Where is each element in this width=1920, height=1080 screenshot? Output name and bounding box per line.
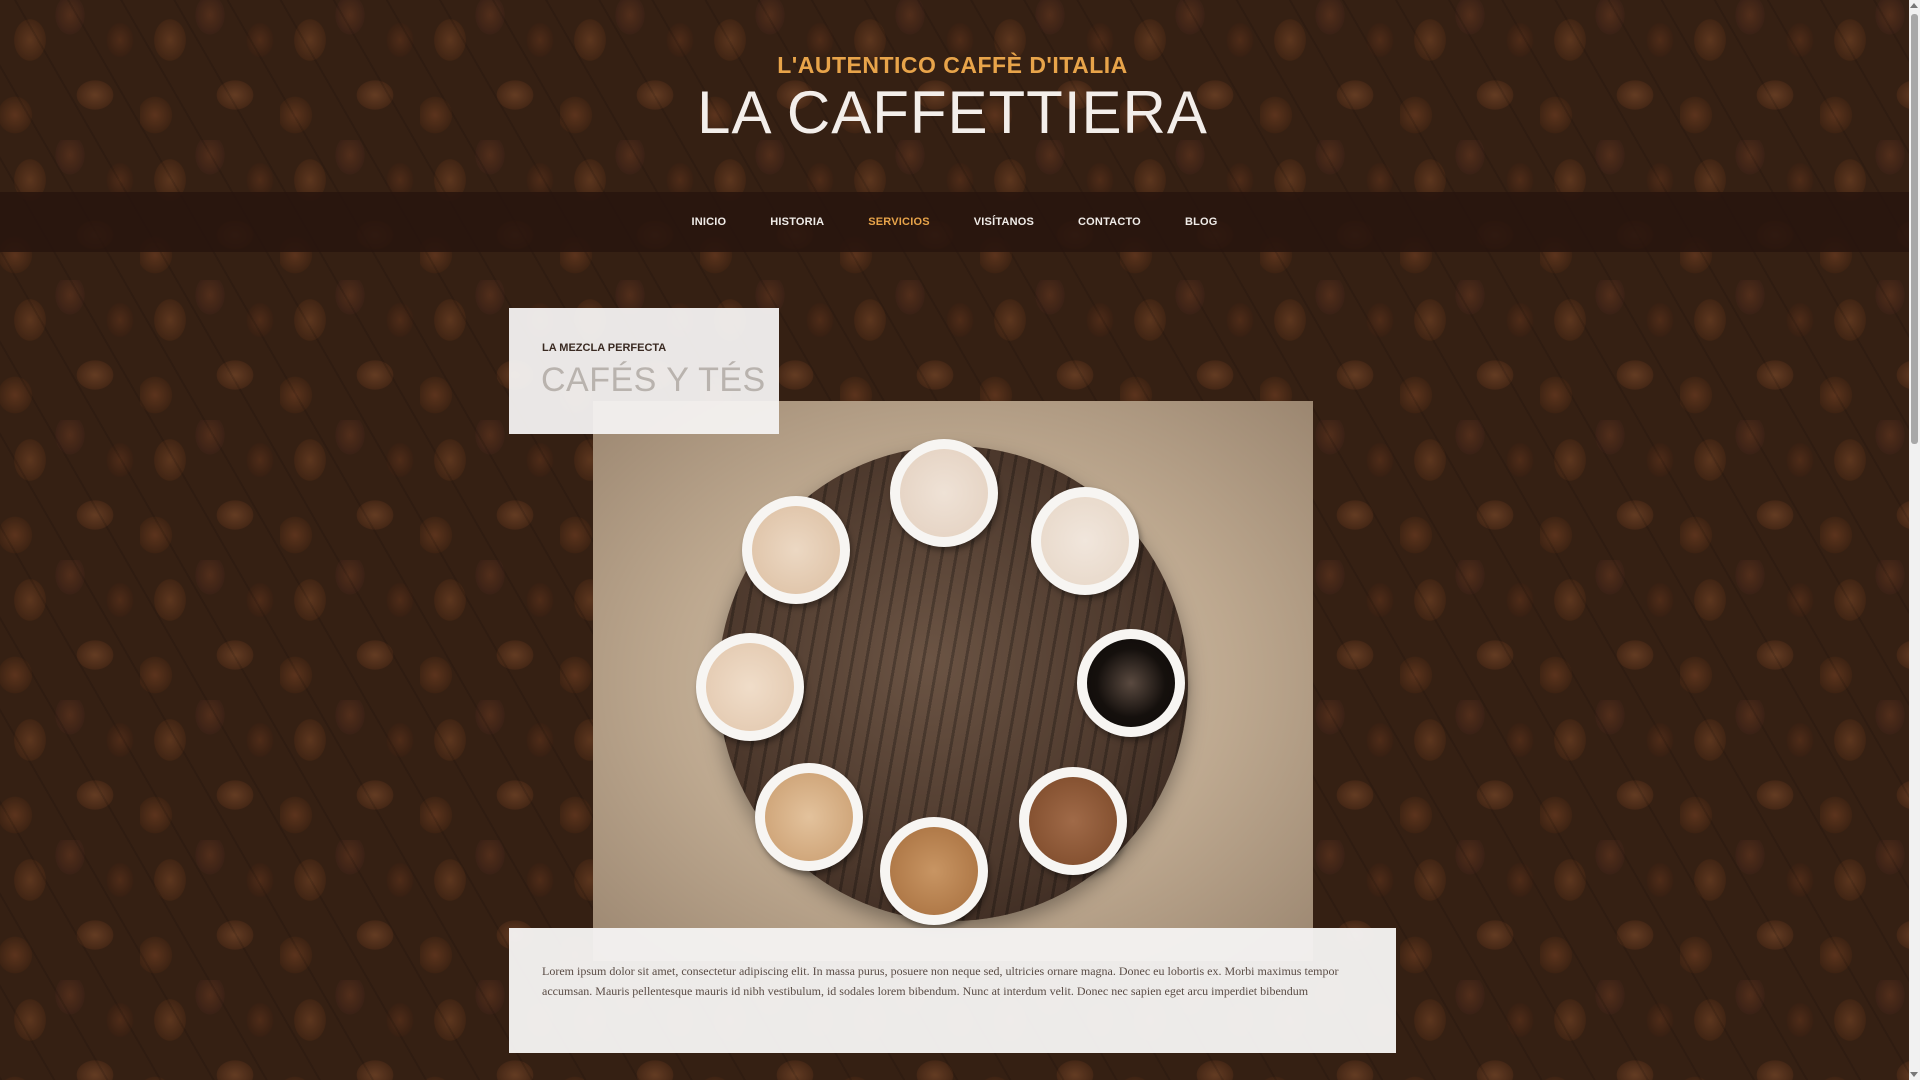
cup-icon xyxy=(755,763,863,871)
nav-item-servicios[interactable]: SERVICIOS xyxy=(868,216,930,228)
cup-icon xyxy=(890,439,998,547)
feature-title-card: LA MEZCLA PERFECTA CAFÉS Y TÉS xyxy=(509,308,779,434)
scroll-thumb[interactable] xyxy=(1911,14,1918,444)
feature-body-text: Lorem ipsum dolor sit amet, consectetur … xyxy=(542,964,1339,998)
nav-item-contacto[interactable]: CONTACTO xyxy=(1078,216,1141,228)
cup-icon xyxy=(880,817,988,925)
nav-item-visitanos[interactable]: VISÍTANOS xyxy=(974,216,1034,228)
page-scrollbar[interactable] xyxy=(1909,0,1920,1080)
scroll-up-icon[interactable] xyxy=(1910,3,1918,8)
feature-description-card: Lorem ipsum dolor sit amet, consectetur … xyxy=(509,928,1396,1053)
cup-icon xyxy=(1031,487,1139,595)
scroll-down-icon[interactable] xyxy=(1910,1072,1918,1077)
feature-eyebrow: LA MEZCLA PERFECTA xyxy=(542,342,667,354)
cup-icon xyxy=(1077,629,1185,737)
site-tagline: L'AUTENTICO CAFFÈ D'ITALIA xyxy=(777,52,1128,78)
nav-item-blog[interactable]: BLOG xyxy=(1185,216,1218,228)
site-title[interactable]: LA CAFFETTIERA xyxy=(0,78,1905,147)
nav-item-historia[interactable]: HISTORIA xyxy=(770,216,824,228)
cup-icon xyxy=(742,496,850,604)
cup-icon xyxy=(696,633,804,741)
main-nav: INICIO HISTORIA SERVICIOS VISÍTANOS CONT… xyxy=(0,192,1909,252)
feature-heading: CAFÉS Y TÉS xyxy=(541,361,766,399)
cup-icon xyxy=(1019,767,1127,875)
coffee-cups-photo xyxy=(593,401,1313,961)
nav-item-inicio[interactable]: INICIO xyxy=(691,216,726,228)
